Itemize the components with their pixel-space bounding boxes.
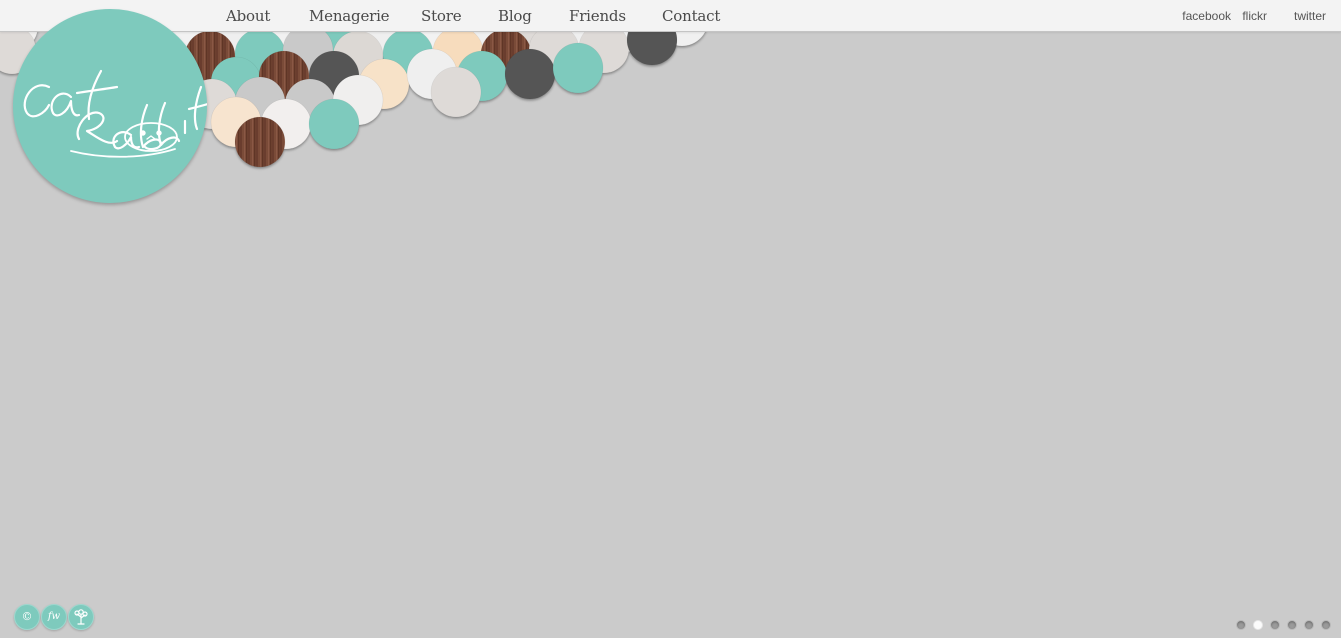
pager-dot[interactable]: [1304, 620, 1314, 630]
flickr-link[interactable]: flickr: [1242, 9, 1267, 23]
nav-blog[interactable]: Blog: [498, 7, 532, 25]
nav-menagerie[interactable]: Menagerie: [309, 7, 390, 25]
twitter-link[interactable]: twitter: [1294, 9, 1326, 23]
site-logo[interactable]: [13, 9, 207, 203]
pager-dot[interactable]: [1321, 620, 1331, 630]
pager-dot[interactable]: [1253, 620, 1263, 630]
copyright-icon[interactable]: ©: [14, 604, 40, 630]
nav-contact[interactable]: Contact: [662, 7, 720, 25]
nav-friends[interactable]: Friends: [569, 7, 626, 25]
tree-icon[interactable]: [68, 604, 94, 630]
nav-store[interactable]: Store: [421, 7, 462, 25]
nav-about[interactable]: About: [226, 7, 270, 25]
fw-icon[interactable]: fw: [41, 604, 67, 630]
facebook-link[interactable]: facebook: [1182, 9, 1231, 23]
pager-dot[interactable]: [1236, 620, 1246, 630]
tree-glyph: [74, 609, 88, 625]
pager-dot[interactable]: [1270, 620, 1280, 630]
cat-rabbit-logo-icon: [23, 69, 207, 158]
pager-dot[interactable]: [1287, 620, 1297, 630]
